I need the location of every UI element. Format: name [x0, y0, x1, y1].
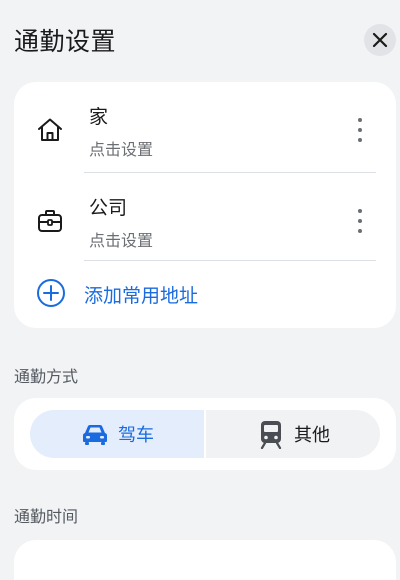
commute-mode-selector: 驾车 其他	[14, 398, 396, 470]
close-icon	[372, 32, 388, 48]
page-title: 通勤设置	[14, 27, 117, 56]
train-icon	[256, 419, 286, 449]
mode-option-drive[interactable]: 驾车	[30, 410, 204, 458]
add-address-button[interactable]: 添加常用地址	[14, 264, 396, 324]
commute-mode-label: 通勤方式	[14, 367, 79, 386]
address-name-home: 家	[89, 106, 109, 128]
close-button[interactable]	[364, 24, 396, 56]
divider	[84, 260, 376, 261]
more-vertical-icon	[358, 118, 362, 142]
more-button-home[interactable]	[350, 112, 370, 148]
more-button-office[interactable]	[350, 203, 370, 239]
mode-option-other-label: 其他	[294, 425, 330, 446]
address-subtitle-office: 点击设置	[89, 231, 154, 250]
address-name-office: 公司	[89, 197, 128, 219]
briefcase-icon	[34, 205, 66, 237]
plus-circle-icon	[37, 279, 65, 307]
mode-option-drive-label: 驾车	[118, 425, 154, 446]
address-row-home[interactable]: 家 点击设置	[14, 82, 396, 170]
home-icon	[34, 114, 66, 146]
mode-option-other[interactable]: 其他	[206, 410, 380, 458]
more-vertical-icon	[358, 209, 362, 233]
header: 通勤设置	[0, 0, 400, 80]
address-card: 家 点击设置 公司 点击设置 添加常用地址	[14, 82, 396, 328]
address-subtitle-home: 点击设置	[89, 140, 154, 159]
car-icon	[80, 419, 110, 449]
commute-time-card	[14, 540, 396, 580]
commute-time-label: 通勤时间	[14, 507, 79, 526]
address-row-office[interactable]: 公司 点击设置	[14, 173, 396, 261]
add-address-label: 添加常用地址	[84, 285, 199, 307]
